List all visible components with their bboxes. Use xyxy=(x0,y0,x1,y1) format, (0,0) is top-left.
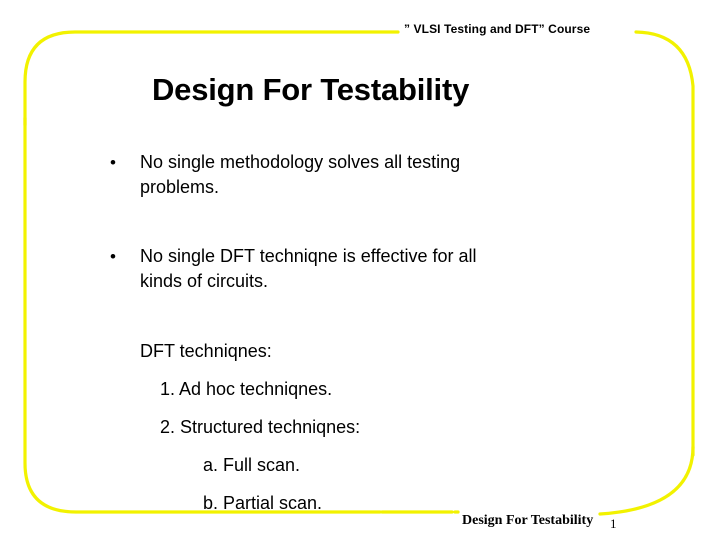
list-item: 2. Structured techniqnes: xyxy=(160,417,361,437)
bullet-line: kinds of circuits. xyxy=(140,271,269,291)
page-title: Design For Testability xyxy=(152,72,470,107)
bullet-marker: • xyxy=(110,247,116,266)
bullet-line: No single methodology solves all testing xyxy=(140,152,461,172)
page-number: 1 xyxy=(610,516,617,531)
slide-header-text: ” VLSI Testing and DFT” Course xyxy=(404,22,591,36)
list-item: a. Full scan. xyxy=(203,455,301,475)
list-item: 1. Ad hoc techniqnes. xyxy=(160,379,333,399)
bullet-marker: • xyxy=(110,153,116,172)
slide-canvas: ” VLSI Testing and DFT” Course Design Fo… xyxy=(0,0,720,540)
footer-title: Design For Testability xyxy=(462,513,594,528)
dft-techniques-heading: DFT techniqnes: xyxy=(140,341,272,361)
bullet-item: • No single methodology solves all testi… xyxy=(110,150,650,200)
bullet-text: No single DFT techniqne is effective for… xyxy=(140,244,650,294)
bullet-text: No single methodology solves all testing… xyxy=(140,150,650,200)
bullet-item: • No single DFT techniqne is effective f… xyxy=(110,244,650,294)
bullet-line: problems. xyxy=(140,177,220,197)
slide-body: • No single methodology solves all testi… xyxy=(110,150,650,516)
bullet-line: No single DFT techniqne is effective for… xyxy=(140,246,477,266)
